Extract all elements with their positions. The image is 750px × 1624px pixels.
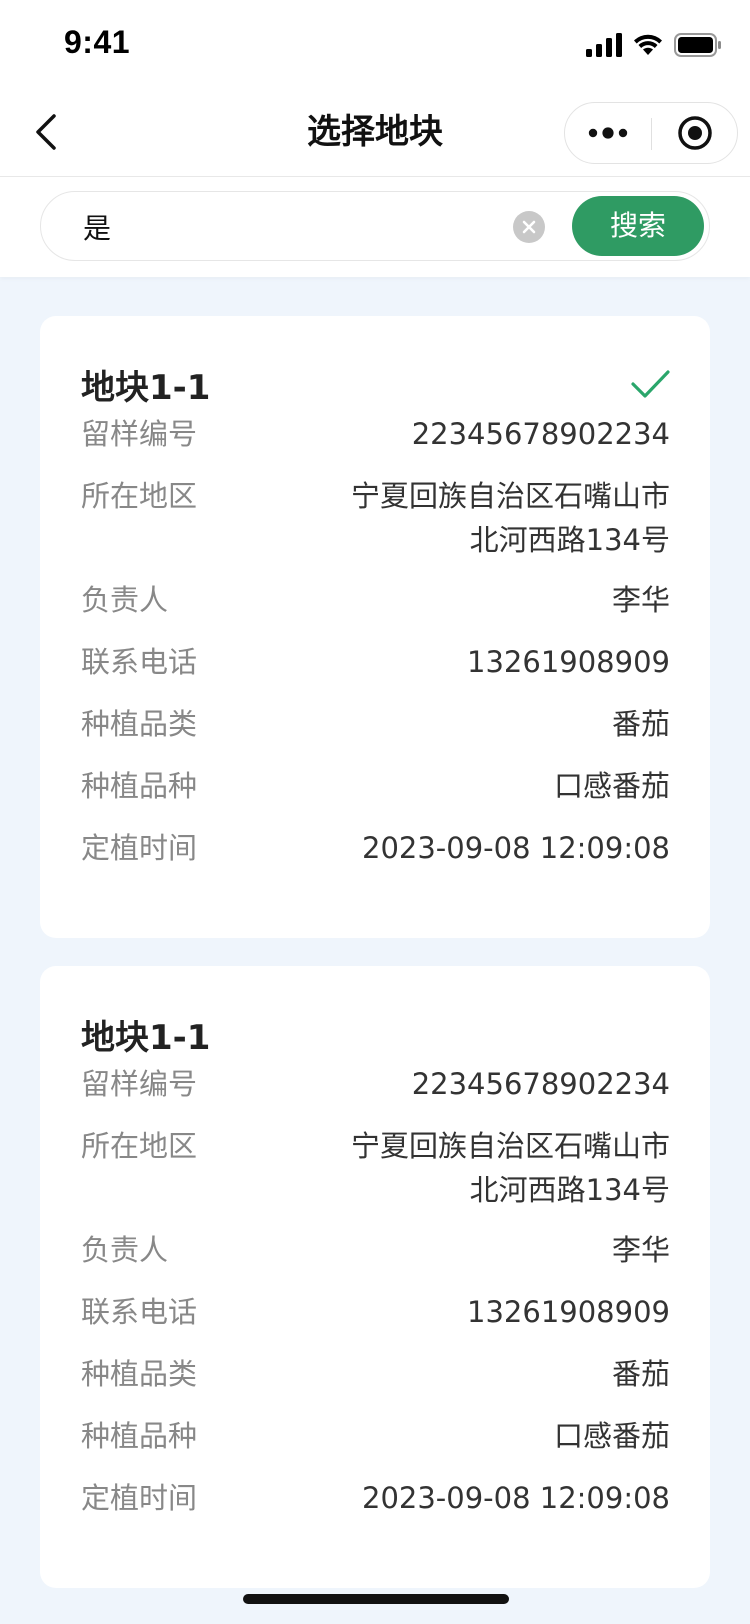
search-box: 搜索 <box>40 191 710 261</box>
field-crop-category: 种植品类 番茄 <box>81 1352 670 1396</box>
field-phone: 联系电话 13261908909 <box>81 1290 670 1334</box>
field-value: 2023-09-08 12:09:08 <box>362 1481 670 1515</box>
battery-icon <box>674 33 721 57</box>
field-label: 联系电话 <box>81 645 198 679</box>
search-button[interactable]: 搜索 <box>572 196 704 256</box>
clear-x-icon <box>522 220 536 234</box>
wifi-icon <box>634 34 662 55</box>
field-label: 留样编号 <box>81 1067 198 1101</box>
field-planting-time: 定植时间 2023-09-08 12:09:08 <box>81 1476 670 1520</box>
field-value: 口感番茄 <box>553 1419 670 1453</box>
status-bar: 9:41 <box>0 0 750 88</box>
field-region: 所在地区 宁夏回族自治区石嘴山市 北河西路134号 <box>81 474 670 562</box>
plot-card[interactable]: 地块1-1 留样编号 22345678902234 所在地区 宁夏回族自治区石嘴… <box>40 316 710 938</box>
nav-bar: 选择地块 <box>0 88 750 177</box>
field-label: 负责人 <box>81 583 169 617</box>
field-person-in-charge: 负责人 李华 <box>81 578 670 622</box>
field-label: 留样编号 <box>81 417 198 451</box>
field-value: 22345678902234 <box>411 417 670 451</box>
field-crop-variety: 种植品种 口感番茄 <box>81 1414 670 1458</box>
close-mini-program-button[interactable] <box>652 103 738 163</box>
field-value: 宁夏回族自治区石嘴山市 北河西路134号 <box>350 479 670 557</box>
field-label: 定植时间 <box>81 831 198 865</box>
target-icon <box>678 116 712 150</box>
field-value: 番茄 <box>611 1357 670 1391</box>
field-phone: 联系电话 13261908909 <box>81 640 670 684</box>
field-crop-variety: 种植品种 口感番茄 <box>81 764 670 808</box>
field-value: 22345678902234 <box>411 1067 670 1101</box>
field-label: 种植品类 <box>81 1357 198 1391</box>
field-value: 李华 <box>611 1233 670 1267</box>
field-label: 所在地区 <box>81 1129 198 1163</box>
field-value: 李华 <box>611 583 670 617</box>
status-icons <box>586 30 722 60</box>
field-region: 所在地区 宁夏回族自治区石嘴山市 北河西路134号 <box>81 1124 670 1212</box>
field-crop-category: 种植品类 番茄 <box>81 702 670 746</box>
status-time: 9:41 <box>64 24 131 60</box>
field-label: 联系电话 <box>81 1295 198 1329</box>
field-value: 13261908909 <box>467 645 670 679</box>
field-value: 口感番茄 <box>553 769 670 803</box>
plot-card[interactable]: 地块1-1 留样编号 22345678902234 所在地区 宁夏回族自治区石嘴… <box>40 966 710 1588</box>
field-sample-number: 留样编号 22345678902234 <box>81 1062 670 1106</box>
plot-title: 地块1-1 <box>81 368 211 408</box>
field-label: 所在地区 <box>81 479 198 513</box>
check-icon <box>631 370 670 398</box>
field-label: 种植品类 <box>81 707 198 741</box>
field-label: 负责人 <box>81 1233 169 1267</box>
field-value: 2023-09-08 12:09:08 <box>362 831 670 865</box>
cellular-signal-icon <box>586 33 622 57</box>
field-label: 定植时间 <box>81 1481 198 1515</box>
field-label: 种植品种 <box>81 769 198 803</box>
more-dots-icon <box>588 127 628 139</box>
field-person-in-charge: 负责人 李华 <box>81 1228 670 1272</box>
field-value: 宁夏回族自治区石嘴山市 北河西路134号 <box>350 1129 670 1207</box>
home-indicator <box>243 1594 509 1604</box>
mini-program-capsule <box>564 102 738 164</box>
more-button[interactable] <box>565 103 651 163</box>
field-value: 番茄 <box>611 707 670 741</box>
field-label: 种植品种 <box>81 1419 198 1453</box>
clear-search-button[interactable] <box>513 211 545 243</box>
search-input[interactable] <box>81 202 505 252</box>
plot-title: 地块1-1 <box>81 1018 211 1058</box>
field-planting-time: 定植时间 2023-09-08 12:09:08 <box>81 826 670 870</box>
field-sample-number: 留样编号 22345678902234 <box>81 412 670 456</box>
search-area: 搜索 <box>0 177 750 277</box>
field-value: 13261908909 <box>467 1295 670 1329</box>
